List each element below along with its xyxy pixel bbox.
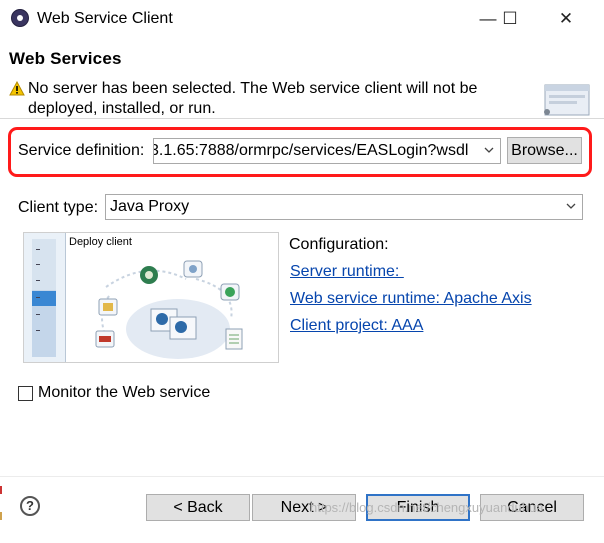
browse-button[interactable]: Browse... — [507, 137, 582, 164]
deployment-diagram: Deploy client — [23, 232, 279, 363]
title-bar: Web Service Client — ☐ ✕ — [0, 0, 604, 38]
footer-divider — [0, 476, 604, 477]
close-button[interactable]: ✕ — [544, 4, 588, 34]
client-type-value: Java Proxy — [110, 198, 190, 215]
window-title: Web Service Client — [37, 10, 173, 27]
client-level-slider[interactable] — [24, 233, 66, 362]
help-icon[interactable]: ? — [20, 496, 40, 516]
service-definition-value: 3.1.65:7888/ormrpc/services/EASLogin?wsd… — [153, 142, 469, 159]
warning-message: No server has been selected. The Web ser… — [28, 80, 478, 117]
wizard-header: Web Services No server has been selected… — [0, 38, 604, 141]
service-definition-combo[interactable]: 3.1.65:7888/ormrpc/services/EASLogin?wsd… — [153, 138, 501, 164]
service-definition-label: Service definition: — [18, 142, 145, 159]
chevron-down-icon — [566, 203, 576, 209]
chevron-down-icon — [483, 143, 495, 157]
page-title: Web Services — [9, 49, 122, 68]
maximize-button[interactable]: ☐ — [488, 4, 532, 34]
monitor-checkbox[interactable] — [18, 386, 33, 401]
client-type-combo[interactable]: Java Proxy — [105, 194, 583, 220]
warning-triangle-icon — [9, 81, 25, 96]
back-button[interactable]: < Back — [146, 494, 250, 521]
monitor-label: Monitor the Web service — [38, 384, 211, 401]
slider-tick — [36, 314, 40, 315]
server-runtime-link[interactable]: Server runtime: — [290, 263, 404, 281]
deploy-client-illustration — [95, 260, 243, 359]
slider-tick — [36, 249, 40, 250]
slider-tick — [36, 330, 40, 331]
client-project-link[interactable]: Client project: AAA — [290, 317, 423, 335]
watermark: https://blog.csdn.net/chengxuyuanduhua — [310, 500, 544, 515]
slider-tick — [36, 264, 40, 265]
background-window-edge — [0, 486, 2, 494]
client-type-label: Client type: — [18, 199, 99, 216]
web-service-runtime-link[interactable]: Web service runtime: Apache Axis — [290, 290, 532, 308]
eclipse-app-icon — [11, 9, 29, 27]
slider-tick — [36, 297, 40, 298]
slider-tick — [36, 280, 40, 281]
wizard-content: Service definition: 3.1.65:7888/ormrpc/s… — [0, 119, 604, 543]
background-window-edge — [0, 512, 2, 520]
slider-thumb[interactable] — [32, 291, 56, 306]
diagram-title: Deploy client — [69, 236, 132, 248]
configuration-heading: Configuration: — [289, 236, 389, 253]
